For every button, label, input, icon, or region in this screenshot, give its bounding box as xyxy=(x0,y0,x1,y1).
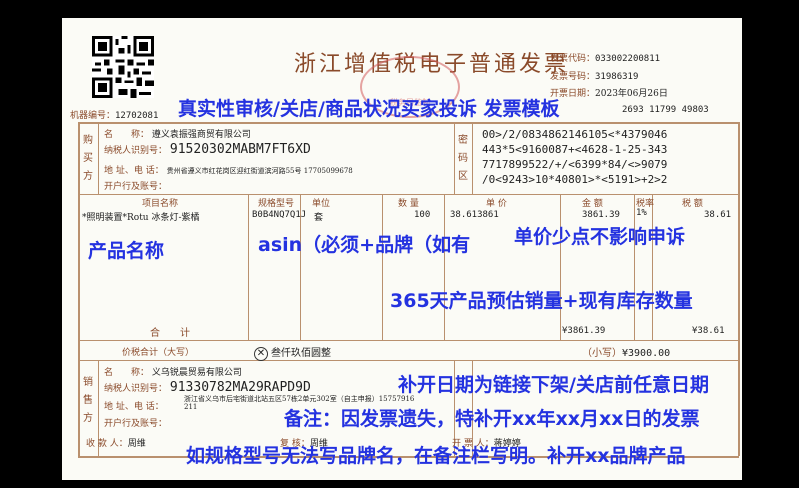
grand-total-words: ✕ 叁仟玖佰圆整 xyxy=(254,344,331,361)
invoice-date: 开票日期：2023年06月26日 xyxy=(550,89,668,99)
payee: 收 款 人：周维 xyxy=(86,439,146,449)
invoice-code: 发票代码：033002200811 xyxy=(550,54,661,64)
grand-total-label: 价税合计（大写） xyxy=(122,348,195,358)
qr-code xyxy=(92,36,154,98)
header-item-name: 项目名称 xyxy=(142,199,179,209)
overlay-qty-note: 365天产品预估销量+现有库存数量 xyxy=(390,290,693,312)
header-qty: 数 量 xyxy=(398,199,419,209)
buyer-tax-id: 纳税人识别号： 91520302MABM7FT6XD xyxy=(104,142,311,157)
buyer-name: 名 称： 遵义袁振强商贸有限公司 xyxy=(104,130,251,140)
total-amount: ¥3861.39 xyxy=(562,326,606,336)
overlay-date-note: 补开日期为链接下架/关店前任意日期 xyxy=(398,374,709,396)
seller-bank: 开户行及账号： xyxy=(104,419,168,429)
overlay-price-note: 单价少点不影响申诉 xyxy=(514,226,686,248)
overlay-asin: asin（必须+品牌（如有 xyxy=(258,234,471,256)
buyer-section-label: 购买方 xyxy=(83,135,93,182)
item-amount: 3861.39 xyxy=(582,210,620,220)
header-tax: 税 额 xyxy=(682,199,703,209)
grand-total-small: （小写）¥3900.00 xyxy=(582,348,671,359)
item-qty: 100 xyxy=(414,210,431,220)
password-code: 00>/2/0834862146105<*4379046 443*5<916008… xyxy=(482,128,668,186)
item-price: 38.613861 xyxy=(450,210,499,220)
overlay-product-name: 产品名称 xyxy=(88,240,165,262)
item-model: B0B4NQ7Q1J xyxy=(252,210,307,220)
total-label: 合 计 xyxy=(150,328,190,339)
overlay-headline: 真实性审核/关店/商品状况买家投诉 发票模板 xyxy=(178,98,560,120)
buyer-bank: 开户行及账号： xyxy=(104,182,168,192)
cross-circle-icon: ✕ xyxy=(254,347,268,361)
header-price: 单 价 xyxy=(486,199,507,209)
seller-tax-id: 纳税人识别号： 91330782MA29RAPD9D xyxy=(104,380,311,395)
overlay-brand-note: 如规格型号无法写品牌名，在备注栏写明。补开xx品牌产品 xyxy=(186,445,686,467)
seller-section-label: 销售方 xyxy=(83,377,93,424)
seller-address: 地 址、电 话： xyxy=(104,402,164,412)
check-code: 2693 11799 49803 xyxy=(622,105,709,115)
buyer-address: 地 址、电 话： 贵州省遵义市红花岗区迎红街道滨河路55号 1770509967… xyxy=(104,166,353,176)
total-tax: ¥38.61 xyxy=(692,326,725,336)
item-unit: 套 xyxy=(314,213,324,223)
seller-name: 名 称： 义乌锐晨贸易有限公司 xyxy=(104,368,242,378)
header-amount: 金 额 xyxy=(582,199,603,209)
overlay-remark-note: 备注：因发票遗失，特补开xx年xx月xx日的发票 xyxy=(284,408,700,430)
item-rate: 1% xyxy=(636,208,647,218)
machine-number: 机器编号：12702081 xyxy=(70,111,159,121)
header-model: 规格型号 xyxy=(258,199,295,209)
item-name: *照明装置*Rotu 冰条灯-紫橘 xyxy=(82,213,200,223)
password-section-label: 密码区 xyxy=(458,135,468,182)
item-tax: 38.61 xyxy=(704,210,732,220)
invoice-number: 发票号码：31986319 xyxy=(550,72,639,82)
header-unit: 单位 xyxy=(312,199,331,209)
